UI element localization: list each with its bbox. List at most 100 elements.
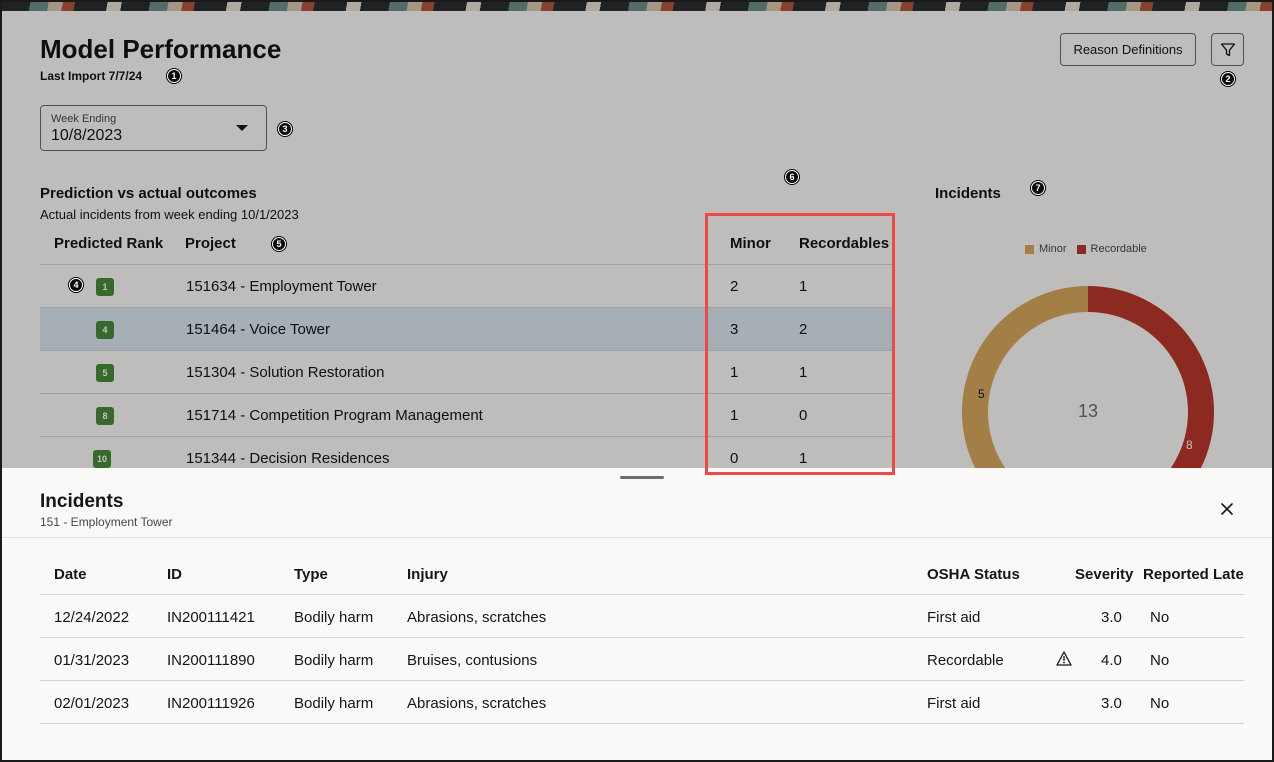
prediction-table: Predicted Rank Project Minor Recordables…: [40, 222, 892, 468]
incident-date: 12/24/2022: [54, 609, 130, 626]
legend-swatch-minor: [1025, 244, 1034, 254]
reason-definitions-button[interactable]: Reason Definitions: [1060, 33, 1196, 66]
column-header-minor[interactable]: Minor: [730, 235, 771, 252]
header-banner: [2, 2, 1272, 11]
table-row[interactable]: 1 151634 - Employment Tower 2 1: [40, 265, 892, 308]
screenshot-frame: Model Performance Last Import 7/7/24 Rea…: [0, 0, 1274, 762]
callout-marker: 3: [278, 122, 292, 136]
recordables-count: 1: [799, 278, 808, 295]
last-import-text: Last Import 7/7/24: [40, 69, 143, 83]
column-header-recordables[interactable]: Recordables: [799, 235, 889, 252]
incidents-donut-chart: [962, 286, 1214, 468]
minor-count: 1: [730, 364, 739, 381]
legend-item-minor[interactable]: Minor: [1025, 243, 1067, 255]
column-header-osha-status[interactable]: OSHA Status: [927, 566, 1020, 583]
callout-marker: 2: [1221, 72, 1235, 86]
column-header-reported-late[interactable]: Reported Late: [1143, 566, 1244, 583]
incident-id: IN200111926: [167, 695, 255, 712]
chevron-down-icon: [236, 125, 248, 131]
filter-icon: [1220, 42, 1235, 56]
column-header-predicted-rank[interactable]: Predicted Rank: [54, 235, 163, 252]
incident-osha-status: First aid: [927, 695, 981, 712]
drawer-divider: [2, 537, 1272, 538]
donut-label-recordable: 8: [1186, 438, 1193, 452]
legend-item-recordable[interactable]: Recordable: [1076, 243, 1147, 255]
prediction-table-header: Predicted Rank Project Minor Recordables: [40, 222, 892, 265]
project-name: 151344 - Decision Residences: [186, 450, 390, 467]
table-row[interactable]: 12/24/2022 IN200111421 Bodily harm Abras…: [40, 595, 1244, 638]
donut-total: 13: [1077, 401, 1099, 421]
column-header-id[interactable]: ID: [167, 566, 182, 583]
table-row[interactable]: 8 151714 - Competition Program Managemen…: [40, 394, 892, 437]
incidents-drawer: Incidents 151 - Employment Tower Date ID…: [2, 468, 1272, 760]
donut-slice-minor[interactable]: [962, 286, 1088, 468]
incident-injury: Abrasions, scratches: [407, 609, 547, 626]
legend-label-recordable: Recordable: [1090, 243, 1147, 255]
table-row[interactable]: 10 151344 - Decision Residences 0 1: [40, 437, 892, 468]
incident-severity: 3.0: [1101, 609, 1122, 626]
donut-slice-recordable[interactable]: [1088, 286, 1214, 468]
incident-type: Bodily harm: [294, 609, 374, 626]
drawer-drag-handle[interactable]: [620, 476, 664, 479]
incident-osha-status: First aid: [927, 609, 981, 626]
page-title: Model Performance: [40, 34, 282, 64]
incidents-chart-title: Incidents: [935, 185, 1001, 202]
week-ending-label: Week Ending: [51, 113, 117, 125]
table-row[interactable]: 5 151304 - Solution Restoration 1 1: [40, 351, 892, 394]
recordables-count: 2: [799, 321, 808, 338]
incident-injury: Bruises, contusions: [407, 652, 538, 669]
incident-type: Bodily harm: [294, 695, 374, 712]
minor-count: 1: [730, 407, 739, 424]
recordables-count: 1: [799, 450, 808, 467]
close-icon: [1221, 503, 1233, 515]
rank-badge: 10: [93, 450, 112, 468]
rank-badge: 5: [96, 364, 114, 382]
minor-count: 3: [730, 321, 739, 338]
filter-button[interactable]: [1211, 33, 1244, 66]
prediction-section-title: Prediction vs actual outcomes: [40, 185, 257, 202]
project-name: 151464 - Voice Tower: [186, 321, 330, 338]
callout-marker: 4: [69, 278, 83, 292]
minor-count: 0: [730, 450, 739, 467]
table-row[interactable]: 01/31/2023 IN200111890 Bodily harm Bruis…: [40, 638, 1244, 681]
project-name: 151634 - Employment Tower: [186, 278, 377, 295]
incident-id: IN200111421: [167, 609, 255, 626]
incident-id: IN200111890: [167, 652, 255, 669]
drawer-subtitle: 151 - Employment Tower: [40, 515, 173, 529]
recordables-count: 1: [799, 364, 808, 381]
chart-legend: Minor Recordable: [1025, 243, 1147, 255]
incident-reported-late: No: [1150, 695, 1170, 712]
incidents-table: Date ID Type Injury OSHA Status Severity…: [40, 552, 1244, 724]
callout-marker: 7: [1031, 181, 1045, 195]
incident-type: Bodily harm: [294, 652, 374, 669]
incident-reported-late: No: [1150, 652, 1170, 669]
column-header-injury[interactable]: Injury: [407, 566, 448, 583]
week-ending-select[interactable]: Week Ending 10/8/2023: [40, 105, 267, 151]
incident-osha-status: Recordable: [927, 652, 1004, 669]
project-name: 151304 - Solution Restoration: [186, 364, 385, 381]
column-header-type[interactable]: Type: [294, 566, 328, 583]
table-row[interactable]: 02/01/2023 IN200111926 Bodily harm Abras…: [40, 681, 1244, 724]
rank-badge: 8: [96, 407, 114, 425]
incident-injury: Abrasions, scratches: [407, 695, 547, 712]
close-button[interactable]: [1216, 498, 1238, 520]
incident-reported-late: No: [1150, 609, 1170, 626]
incident-severity: 4.0: [1101, 652, 1122, 669]
incident-date: 02/01/2023: [54, 695, 130, 712]
column-header-date[interactable]: Date: [54, 566, 87, 583]
incident-date: 01/31/2023: [54, 652, 130, 669]
callout-marker: 1: [167, 69, 181, 83]
donut-label-minor: 5: [978, 387, 985, 401]
table-row-selected[interactable]: 4 151464 - Voice Tower 3 2: [40, 308, 892, 351]
recordables-count: 0: [799, 407, 808, 424]
week-ending-value: 10/8/2023: [51, 127, 123, 144]
column-header-project[interactable]: Project: [185, 235, 236, 252]
drawer-title: Incidents: [40, 491, 124, 512]
minor-count: 2: [730, 278, 739, 295]
rank-badge: 4: [96, 321, 114, 339]
callout-marker: 5: [272, 237, 286, 251]
prediction-section-subtitle: Actual incidents from week ending 10/1/2…: [40, 207, 299, 222]
project-name: 151714 - Competition Program Management: [186, 407, 483, 424]
column-header-severity[interactable]: Severity: [1075, 566, 1133, 583]
model-performance-page: Model Performance Last Import 7/7/24 Rea…: [2, 2, 1272, 468]
